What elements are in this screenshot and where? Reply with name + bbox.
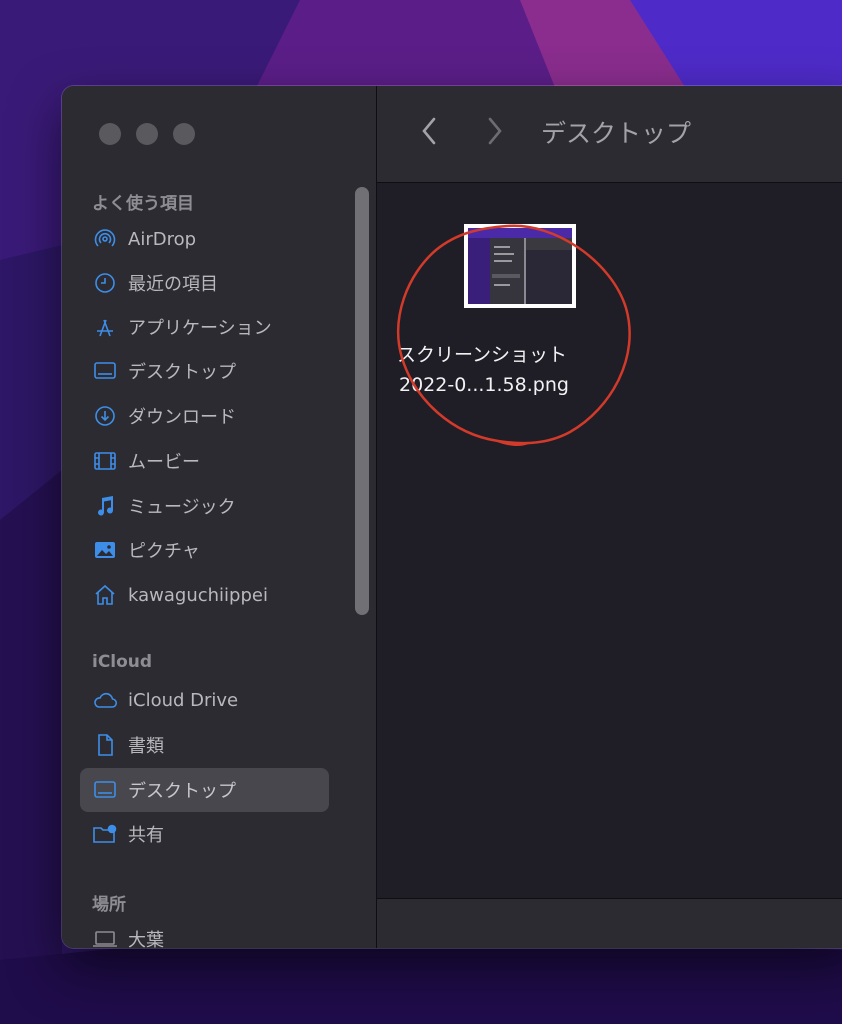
file-name-line2: 2022-0...1.58.png: [399, 374, 569, 396]
sidebar-item-icloud-desktop[interactable]: デスクトップ: [80, 768, 329, 812]
sidebar-item-label: 最近の項目: [128, 274, 218, 295]
sidebar-item-label: アプリケーション: [128, 318, 272, 339]
sidebar-item-icloud-drive[interactable]: iCloud Drive: [80, 678, 329, 722]
applications-icon: [92, 314, 118, 340]
sidebar-item-label: kawaguchiippei: [128, 584, 268, 606]
window-title: デスクトップ: [541, 119, 692, 148]
clock-icon: [92, 270, 118, 296]
shared-folder-icon: [92, 821, 118, 847]
airdrop-icon: [92, 226, 118, 252]
laptop-icon: [92, 926, 118, 948]
section-title-favorites: よく使う項目: [92, 194, 194, 214]
sidebar-item-label: 共有: [128, 825, 164, 846]
sidebar-item-shared[interactable]: 共有: [80, 812, 329, 856]
photo-icon: [92, 537, 118, 563]
sidebar-item-airdrop[interactable]: AirDrop: [80, 217, 329, 261]
sidebar-item-downloads[interactable]: ダウンロード: [80, 394, 329, 438]
sidebar-item-label: ムービー: [128, 452, 200, 473]
zoom-button[interactable]: [173, 123, 195, 145]
film-icon: [92, 448, 118, 474]
sidebar-item-label: デスクトップ: [128, 781, 236, 802]
sidebar-item-movies[interactable]: ムービー: [80, 439, 329, 483]
toolbar: デスクトップ: [377, 86, 842, 183]
chevron-left-icon: [420, 116, 438, 150]
sidebar-item-music[interactable]: ミュージック: [80, 484, 329, 528]
document-icon: [92, 732, 118, 758]
forward-button[interactable]: [480, 116, 510, 150]
sidebar-item-documents[interactable]: 書類: [80, 723, 329, 767]
sidebar-item-label: AirDrop: [128, 228, 197, 250]
sidebar-item-home[interactable]: kawaguchiippei: [80, 573, 329, 617]
desktop-icon: [92, 777, 118, 803]
close-button[interactable]: [99, 123, 121, 145]
sidebar-scrollbar[interactable]: [355, 187, 369, 615]
window-controls: [99, 123, 195, 145]
sidebar-item-label: ピクチャ: [128, 541, 200, 562]
sidebar-item-label: 大葉: [128, 930, 164, 948]
status-bar: [377, 898, 842, 948]
back-button[interactable]: [414, 116, 444, 150]
minimize-button[interactable]: [136, 123, 158, 145]
sidebar-item-desktop[interactable]: デスクトップ: [80, 349, 329, 393]
home-icon: [92, 582, 118, 608]
cloud-icon: [92, 687, 118, 713]
section-title-icloud: iCloud: [92, 652, 153, 672]
sidebar-item-pictures[interactable]: ピクチャ: [80, 528, 329, 572]
finder-window: よく使う項目 AirDrop 最近の項目 アプリケーション デスクトップ ダウン…: [62, 86, 842, 948]
sidebar-item-label: ミュージック: [128, 497, 236, 518]
chevron-right-icon: [486, 116, 504, 150]
file-thumbnail: [464, 224, 576, 308]
sidebar-item-applications[interactable]: アプリケーション: [80, 305, 329, 349]
sidebar-item-recents[interactable]: 最近の項目: [80, 261, 329, 305]
main-area: デスクトップ スクリーンショット 2022-0...1.58.png: [377, 86, 842, 948]
file-name-line1: スクリーンショット: [397, 344, 568, 366]
sidebar-item-label: iCloud Drive: [128, 689, 239, 711]
sidebar-item-label: デスクトップ: [128, 362, 236, 383]
sidebar-item-label: 書類: [128, 736, 164, 757]
desktop-icon: [92, 358, 118, 384]
sidebar: よく使う項目 AirDrop 最近の項目 アプリケーション デスクトップ ダウン…: [62, 86, 377, 948]
sidebar-item-macbook[interactable]: 大葉: [80, 917, 329, 948]
file-name: スクリーンショット 2022-0...1.58.png: [397, 340, 607, 400]
music-note-icon: [92, 493, 118, 519]
section-title-locations: 場所: [92, 895, 126, 915]
sidebar-item-label: ダウンロード: [128, 407, 236, 428]
download-icon: [92, 403, 118, 429]
